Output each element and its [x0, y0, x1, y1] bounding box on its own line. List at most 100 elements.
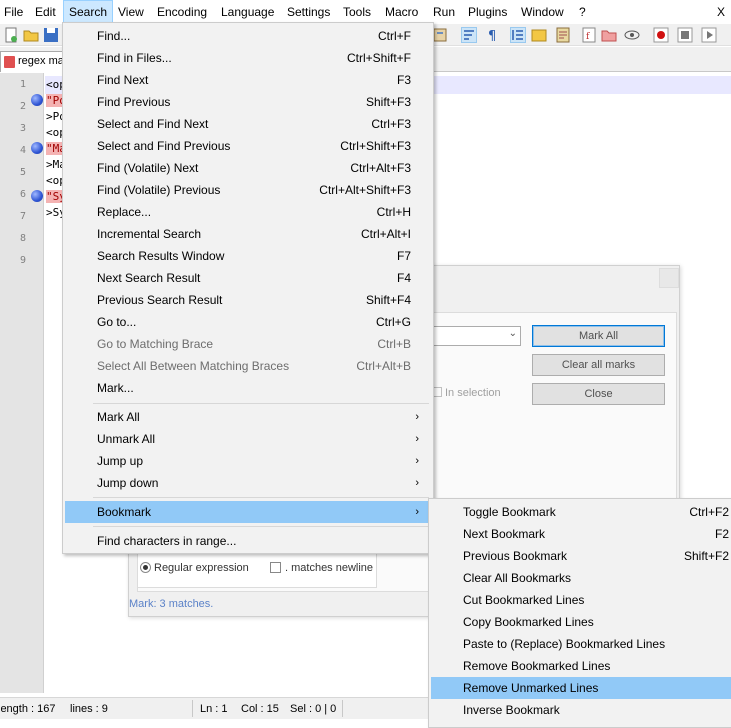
menu-item-shortcut: Ctrl+Alt+F3	[350, 161, 411, 175]
menu-encoding[interactable]: Encoding	[157, 0, 207, 24]
menu-run[interactable]: Run	[433, 0, 455, 24]
stop-macro-icon[interactable]	[677, 27, 693, 43]
tab-label: regex mat	[18, 55, 64, 67]
menu-language[interactable]: Language	[221, 0, 274, 24]
dialog-close-button[interactable]	[659, 268, 679, 288]
bookmark-marker-icon[interactable]	[31, 142, 43, 154]
menu-item-paste-bookmarked-lines[interactable]: Paste to (Replace) Bookmarked Lines	[431, 633, 731, 655]
menu-item-previous-bookmark[interactable]: Previous Bookmark Shift+F2	[431, 545, 731, 567]
matches-newline-checkbox[interactable]: . matches newline	[270, 562, 373, 574]
in-selection-checkbox[interactable]: In selection	[432, 387, 501, 399]
clipboard-icon[interactable]	[432, 27, 448, 43]
menu-file[interactable]: File	[4, 0, 23, 24]
chevron-down-icon[interactable]: ⌄	[509, 328, 517, 339]
folder-workspace-icon[interactable]	[601, 27, 617, 43]
tab-regex-match[interactable]: regex mat	[0, 51, 64, 72]
menu-item-label: Unmark All	[97, 432, 156, 446]
regex-label: Regular expression	[154, 562, 249, 574]
menu-item-toggle-bookmark[interactable]: Toggle Bookmark Ctrl+F2	[431, 501, 731, 523]
menu-item-clear-all-bookmarks[interactable]: Clear All Bookmarks	[431, 567, 731, 589]
monitor-icon[interactable]	[624, 27, 640, 43]
menu-item-label: Find in Files...	[97, 51, 172, 65]
menu-item-volatile-next[interactable]: Find (Volatile) Next Ctrl+Alt+F3	[65, 157, 431, 179]
menu-view[interactable]: View	[118, 0, 144, 24]
bookmark-marker-icon[interactable]	[31, 190, 43, 202]
menu-item-go-to[interactable]: Go to... Ctrl+G	[65, 311, 431, 333]
menu-macro[interactable]: Macro	[385, 0, 418, 24]
find-what-combo[interactable]: ⌄	[433, 326, 521, 346]
menu-item-unmark-all[interactable]: Unmark All ›	[65, 428, 431, 450]
record-macro-icon[interactable]	[653, 27, 669, 43]
menu-plugins[interactable]: Plugins	[468, 0, 507, 24]
menu-item-select-find-next[interactable]: Select and Find Next Ctrl+F3	[65, 113, 431, 135]
menu-item-go-to-matching-brace[interactable]: Go to Matching Brace Ctrl+B	[65, 333, 431, 355]
menu-item-label: Previous Search Result	[97, 293, 223, 307]
menu-item-shortcut: Shift+F2	[683, 549, 729, 563]
menu-item-previous-search-result[interactable]: Previous Search Result Shift+F4	[65, 289, 431, 311]
clear-all-marks-button[interactable]: Clear all marks	[532, 354, 665, 376]
menu-item-label: Find characters in range...	[97, 534, 237, 548]
save-icon[interactable]	[43, 27, 59, 43]
menu-item-mark[interactable]: Mark...	[65, 377, 431, 399]
menu-item-inverse-bookmark[interactable]: Inverse Bookmark	[431, 699, 731, 721]
menu-item-shortcut: Ctrl+F2	[689, 505, 729, 519]
menu-item-mark-all[interactable]: Mark All ›	[65, 406, 431, 428]
close-button[interactable]: X	[717, 0, 725, 25]
menu-item-label: Inverse Bookmark	[463, 703, 560, 717]
menu-item-shortcut: Ctrl+F	[378, 29, 411, 43]
wrap-icon[interactable]	[461, 27, 477, 43]
menu-separator	[93, 403, 429, 404]
function-list-icon[interactable]: f	[581, 27, 597, 43]
menu-search[interactable]: Search	[63, 0, 114, 24]
doc-map-icon[interactable]	[555, 27, 571, 43]
show-symbols-icon[interactable]: ¶	[485, 27, 501, 44]
menu-item-find-next[interactable]: Find Next F3	[65, 69, 431, 91]
menu-tools[interactable]: Tools	[343, 0, 371, 24]
menu-settings[interactable]: Settings	[287, 0, 330, 24]
menu-item-next-bookmark[interactable]: Next Bookmark F2	[431, 523, 731, 545]
menu-help[interactable]: ?	[579, 0, 586, 24]
regular-expression-radio[interactable]: Regular expression	[140, 562, 249, 574]
menu-item-select-between-braces[interactable]: Select All Between Matching Braces Ctrl+A…	[65, 355, 431, 377]
menu-item-label: Copy Bookmarked Lines	[463, 615, 594, 629]
menu-item-find-in-files[interactable]: Find in Files... Ctrl+Shift+F	[65, 47, 431, 69]
menu-item-next-search-result[interactable]: Next Search Result F4	[65, 267, 431, 289]
bookmark-margin[interactable]	[30, 73, 44, 693]
close-dialog-button[interactable]: Close	[532, 383, 665, 405]
menu-item-remove-bookmarked-lines[interactable]: Remove Bookmarked Lines	[431, 655, 731, 677]
menu-item-find-characters-in-range[interactable]: Find characters in range...	[65, 530, 431, 552]
line-number: 9	[19, 255, 26, 266]
menu-item-find[interactable]: Find... Ctrl+F	[65, 25, 431, 47]
bookmark-marker-icon[interactable]	[31, 94, 43, 106]
matches-newline-label: . matches newline	[285, 562, 374, 574]
open-file-icon[interactable]	[23, 27, 39, 43]
checkbox-box	[270, 562, 281, 573]
indent-guide-icon[interactable]	[510, 27, 526, 43]
menu-item-label: Find...	[97, 29, 131, 43]
new-file-icon[interactable]	[3, 27, 19, 43]
menu-item-volatile-previous[interactable]: Find (Volatile) Previous Ctrl+Alt+Shift+F…	[65, 179, 431, 201]
menu-item-jump-up[interactable]: Jump up ›	[65, 450, 431, 472]
menu-item-select-find-previous[interactable]: Select and Find Previous Ctrl+Shift+F3	[65, 135, 431, 157]
menu-item-bookmark[interactable]: Bookmark ›	[65, 501, 431, 523]
menu-item-incremental-search[interactable]: Incremental Search Ctrl+Alt+I	[65, 223, 431, 245]
line-number-gutter	[0, 73, 30, 693]
menu-item-label: Bookmark	[97, 505, 152, 519]
menu-item-shortcut: Shift+F3	[365, 95, 411, 109]
mark-all-button[interactable]: Mark All	[532, 325, 665, 347]
menu-item-copy-bookmarked-lines[interactable]: Copy Bookmarked Lines	[431, 611, 731, 633]
menu-item-find-previous[interactable]: Find Previous Shift+F3	[65, 91, 431, 113]
menu-window[interactable]: Window	[521, 0, 564, 24]
menu-edit[interactable]: Edit	[35, 0, 56, 24]
menu-item-shortcut: Ctrl+H	[376, 205, 411, 219]
menu-item-label: Go to...	[97, 315, 137, 329]
menu-item-jump-down[interactable]: Jump down ›	[65, 472, 431, 494]
chevron-right-icon: ›	[415, 506, 419, 518]
folder-view-icon[interactable]	[531, 27, 547, 43]
play-macro-icon[interactable]	[701, 27, 717, 43]
menu-item-shortcut: Ctrl+F3	[371, 117, 411, 131]
menu-item-search-results-window[interactable]: Search Results Window F7	[65, 245, 431, 267]
menu-item-remove-unmarked-lines[interactable]: Remove Unmarked Lines	[431, 677, 731, 699]
menu-item-replace[interactable]: Replace... Ctrl+H	[65, 201, 431, 223]
menu-item-cut-bookmarked-lines[interactable]: Cut Bookmarked Lines	[431, 589, 731, 611]
